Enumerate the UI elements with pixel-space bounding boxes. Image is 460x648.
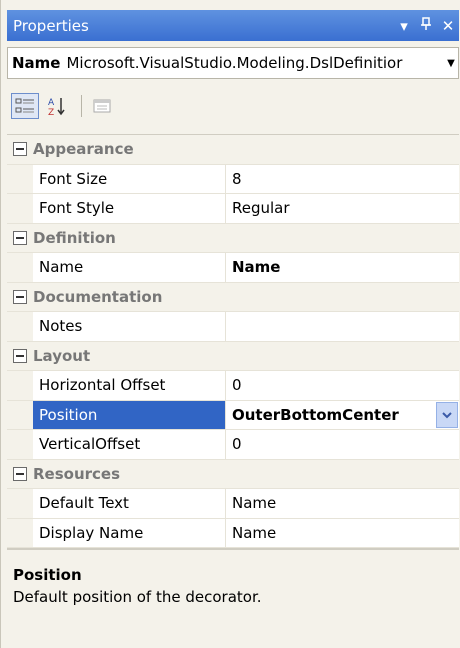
collapse-icon[interactable] (13, 230, 27, 245)
property-row-display-name[interactable]: Display Name Name (7, 518, 459, 548)
property-pages-button[interactable] (88, 93, 116, 119)
property-name: Font Size (33, 164, 226, 193)
property-value[interactable]: 0 (226, 430, 459, 459)
property-row-vertical-offset[interactable]: VerticalOffset 0 (7, 430, 459, 460)
property-row-name[interactable]: Name Name (7, 253, 459, 283)
property-name: Name (33, 253, 226, 282)
property-name: Default Text (33, 489, 226, 518)
categorized-icon (15, 98, 34, 113)
category-definition[interactable]: Definition (7, 223, 459, 253)
chevron-down-icon[interactable] (436, 401, 458, 428)
property-value-select[interactable]: OuterBottomCenter (226, 400, 459, 429)
properties-window: Properties ▾ ✕ Name Microsoft.VisualStud… (0, 0, 460, 648)
category-appearance[interactable]: Appearance (7, 135, 459, 165)
category-label: Definition (33, 228, 116, 247)
property-value[interactable]: Regular (226, 194, 459, 223)
properties-toolbar: A Z (7, 84, 459, 128)
collapse-icon[interactable] (13, 348, 27, 363)
object-selector-value: Microsoft.VisualStudio.Modeling.DslDefin… (66, 54, 403, 72)
description-text: Default position of the decorator. (13, 588, 262, 606)
category-label: Resources (33, 464, 121, 483)
object-selector[interactable]: Name Microsoft.VisualStudio.Modeling.Dsl… (7, 47, 459, 79)
property-row-position[interactable]: Position OuterBottomCenter (7, 400, 459, 430)
category-layout[interactable]: Layout (7, 341, 459, 371)
property-row-notes[interactable]: Notes (7, 312, 459, 342)
object-selector-label: Name (12, 54, 61, 72)
property-pages-icon (93, 99, 111, 113)
property-value[interactable]: 8 (226, 164, 459, 193)
collapse-icon[interactable] (13, 289, 27, 304)
property-name: Position (33, 400, 226, 429)
property-row-font-size[interactable]: Font Size 8 (7, 164, 459, 194)
property-row-default-text[interactable]: Default Text Name (7, 489, 459, 519)
category-label: Documentation (33, 287, 163, 306)
property-value[interactable]: Name (226, 253, 459, 282)
property-row-horizontal-offset[interactable]: Horizontal Offset 0 (7, 371, 459, 401)
collapse-icon[interactable] (13, 142, 27, 157)
description-title: Position (13, 566, 82, 584)
property-value[interactable]: 0 (226, 371, 459, 400)
property-value[interactable] (226, 312, 459, 341)
alphabetical-icon: A Z (48, 98, 65, 116)
object-selector-dropdown-icon[interactable]: ▼ (444, 58, 458, 69)
property-row-font-style[interactable]: Font Style Regular (7, 194, 459, 224)
property-value: OuterBottomCenter (232, 405, 399, 424)
svg-text:A: A (48, 98, 55, 108)
category-label: Appearance (33, 140, 134, 159)
category-label: Layout (33, 346, 91, 365)
toolbar-separator (81, 95, 82, 117)
collapse-icon[interactable] (13, 466, 27, 481)
title-bar[interactable]: Properties ▾ ✕ (7, 10, 459, 41)
window-menu-dropdown-icon[interactable]: ▾ (393, 17, 415, 35)
property-value[interactable]: Name (226, 518, 459, 547)
property-name: Display Name (33, 518, 226, 547)
property-name: Horizontal Offset (33, 371, 226, 400)
close-icon[interactable]: ✕ (437, 17, 459, 35)
categorized-button[interactable] (11, 93, 39, 119)
description-pane: Position Default position of the decorat… (7, 548, 459, 648)
svg-text:Z: Z (48, 108, 54, 116)
window-title: Properties (13, 16, 89, 35)
category-documentation[interactable]: Documentation (7, 282, 459, 312)
alphabetical-button[interactable]: A Z (43, 93, 71, 119)
property-value[interactable]: Name (226, 489, 459, 518)
property-grid: Appearance Font Size 8 Font Style Regula… (7, 134, 459, 548)
property-name: Font Style (33, 194, 226, 223)
pin-icon[interactable] (415, 16, 437, 35)
category-resources[interactable]: Resources (7, 459, 459, 489)
property-name: VerticalOffset (33, 430, 226, 459)
property-name: Notes (33, 312, 226, 341)
